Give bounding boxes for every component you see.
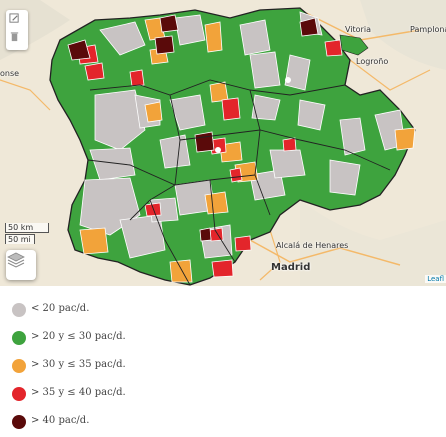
legend-swatch (12, 415, 26, 429)
map-view[interactable]: Vitoria Pamplona Logroño Alcalá de Henar… (0, 0, 446, 286)
attribution-link[interactable]: Leafl (425, 275, 446, 283)
legend-label: > 30 y ≤ 35 pac/d. (31, 359, 126, 370)
draw-toolbar (6, 10, 28, 50)
city-label-partial-left: onse (0, 69, 20, 78)
city-label-alcala: Alcalá de Henares (276, 241, 349, 250)
pencil-edit-icon[interactable] (9, 13, 25, 29)
legend-swatch (12, 387, 26, 401)
legend-label: < 20 pac/d. (31, 303, 90, 314)
city-label-logrono: Logroño (356, 57, 389, 66)
city-label-pamplona: Pamplona (410, 25, 446, 34)
scale-km: 50 km (5, 223, 49, 233)
layers-icon (7, 252, 25, 268)
map-scale: 50 km 50 mi (5, 223, 49, 245)
legend-label: > 35 y ≤ 40 pac/d. (31, 387, 126, 398)
legend-swatch (12, 359, 26, 373)
legend-label: > 20 y ≤ 30 pac/d. (31, 331, 126, 342)
scale-mi: 50 mi (5, 234, 35, 244)
city-label-madrid: Madrid (271, 262, 311, 273)
map-canvas (0, 0, 446, 286)
legend-swatch (12, 303, 26, 317)
layers-control-button[interactable] (6, 250, 36, 280)
legend-label: > 40 pac/d. (31, 415, 90, 426)
legend-swatch (12, 331, 26, 345)
city-label-vitoria: Vitoria (345, 25, 371, 34)
trash-icon[interactable] (9, 31, 25, 47)
